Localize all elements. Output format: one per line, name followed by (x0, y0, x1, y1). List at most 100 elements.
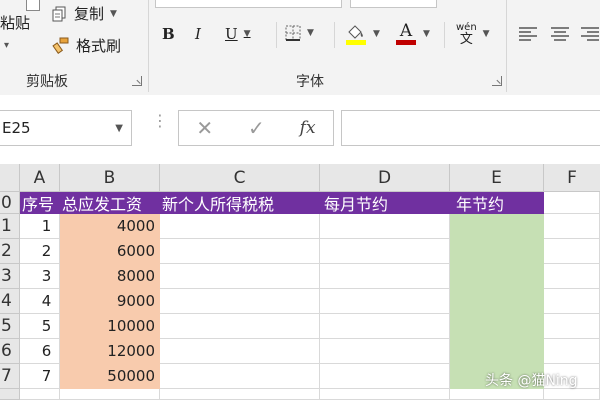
align-left-button[interactable] (518, 26, 538, 42)
enter-icon[interactable]: ✓ (248, 116, 265, 140)
table-row-3-no[interactable]: 3 (20, 264, 60, 289)
header-cell-e[interactable]: 年节约 (450, 192, 544, 214)
table-row-2-no[interactable]: 2 (20, 239, 60, 264)
table-row-5-yearly[interactable] (450, 314, 544, 339)
font-size-box[interactable] (350, 0, 437, 8)
row-header-1[interactable]: 1 (0, 214, 20, 239)
table-row-3-tax[interactable] (160, 264, 320, 289)
table-row-5-salary[interactable]: 10000 (60, 314, 160, 339)
grid-cell[interactable] (544, 192, 600, 214)
table-row-2-monthly[interactable] (320, 239, 450, 264)
table-row-2-salary[interactable]: 6000 (60, 239, 160, 264)
column-header-a[interactable]: A (20, 164, 60, 192)
phonetic-guide-button[interactable]: wén 文 ▼ (456, 22, 490, 46)
grid-cell[interactable] (60, 389, 160, 400)
grid-cell[interactable] (544, 289, 600, 314)
table-row-3-yearly[interactable] (450, 264, 544, 289)
row-header-0[interactable]: 0 (0, 192, 20, 214)
column-header-b[interactable]: B (60, 164, 160, 192)
table-row-5-no[interactable]: 5 (20, 314, 60, 339)
paste-dropdown[interactable]: ▾ (4, 40, 9, 51)
align-left-icon (519, 27, 537, 41)
row-header-5[interactable]: 5 (0, 314, 20, 339)
row-header-6[interactable]: 6 (0, 339, 20, 364)
formula-bar-grip-icon[interactable]: ⋮ (152, 113, 168, 129)
table-row-3-monthly[interactable] (320, 264, 450, 289)
table-row-2-tax[interactable] (160, 239, 320, 264)
bold-button[interactable]: B (162, 25, 175, 43)
underline-dropdown-icon[interactable]: ▼ (244, 29, 251, 39)
column-header-e[interactable]: E (450, 164, 544, 192)
align-right-button[interactable] (580, 26, 600, 42)
grid-cell[interactable] (20, 389, 60, 400)
header-cell-c[interactable]: 新个人所得税税 (160, 192, 320, 214)
table-row-7-salary[interactable]: 50000 (60, 364, 160, 389)
table-row-1-no[interactable]: 1 (20, 214, 60, 239)
font-color-button[interactable]: A ▼ (395, 22, 430, 45)
row-header-7[interactable]: 7 (0, 364, 20, 389)
italic-button[interactable]: I (195, 25, 201, 43)
row-header-4[interactable]: 4 (0, 289, 20, 314)
row-header-2[interactable]: 2 (0, 239, 20, 264)
column-header-f[interactable]: F (544, 164, 600, 192)
table-row-6-yearly[interactable] (450, 339, 544, 364)
table-row-7-monthly[interactable] (320, 364, 450, 389)
row-header-8[interactable] (0, 389, 20, 400)
table-row-4-yearly[interactable] (450, 289, 544, 314)
clipboard-launcher-icon[interactable] (132, 76, 142, 86)
grid-cell[interactable] (544, 264, 600, 289)
grid-cell[interactable] (160, 389, 320, 400)
table-row-5-tax[interactable] (160, 314, 320, 339)
underline-button[interactable]: U ▼ (225, 25, 251, 43)
align-center-button[interactable] (550, 26, 570, 42)
font-name-box[interactable] (155, 0, 342, 8)
font-launcher-icon[interactable] (492, 76, 502, 86)
table-row-6-no[interactable]: 6 (20, 339, 60, 364)
copy-dropdown-icon[interactable]: ▼ (110, 9, 117, 19)
table-row-6-tax[interactable] (160, 339, 320, 364)
header-cell-d[interactable]: 每月节约 (320, 192, 450, 214)
font-color-dropdown-icon[interactable]: ▼ (423, 29, 430, 39)
table-row-3-salary[interactable]: 8000 (60, 264, 160, 289)
table-row-2-yearly[interactable] (450, 239, 544, 264)
column-header-d[interactable]: D (320, 164, 450, 192)
header-cell-a[interactable]: 序号 (20, 192, 60, 214)
insert-function-button[interactable]: fx (300, 118, 316, 138)
cancel-icon[interactable]: ✕ (196, 116, 213, 140)
table-row-4-salary[interactable]: 9000 (60, 289, 160, 314)
table-row-7-no[interactable]: 7 (20, 364, 60, 389)
fill-color-button[interactable]: ▼ (345, 22, 380, 46)
copy-button[interactable]: 复制 ▼ (52, 3, 117, 24)
header-cell-b[interactable]: 总应发工资 (60, 192, 160, 214)
formula-input[interactable] (341, 110, 600, 146)
table-row-1-salary[interactable]: 4000 (60, 214, 160, 239)
grid-cell[interactable] (544, 389, 600, 400)
table-row-1-monthly[interactable] (320, 214, 450, 239)
grid-cell[interactable] (450, 389, 544, 400)
grid-cell[interactable] (544, 314, 600, 339)
column-header-c[interactable]: C (160, 164, 320, 192)
borders-dropdown-icon[interactable]: ▼ (307, 28, 314, 38)
phonetic-dropdown-icon[interactable]: ▼ (483, 29, 490, 39)
borders-button[interactable]: ▼ (285, 25, 314, 41)
name-box-dropdown-icon[interactable]: ▼ (115, 123, 123, 134)
paste-button[interactable]: 粘贴 (0, 12, 30, 33)
table-row-4-no[interactable]: 4 (20, 289, 60, 314)
fill-color-dropdown-icon[interactable]: ▼ (373, 29, 380, 39)
name-box[interactable]: E25 ▼ (0, 110, 132, 146)
table-row-5-monthly[interactable] (320, 314, 450, 339)
format-painter-button[interactable]: 格式刷 (52, 35, 121, 56)
grid-cell[interactable] (320, 389, 450, 400)
table-row-6-monthly[interactable] (320, 339, 450, 364)
table-row-4-tax[interactable] (160, 289, 320, 314)
table-row-1-tax[interactable] (160, 214, 320, 239)
table-row-4-monthly[interactable] (320, 289, 450, 314)
grid-cell[interactable] (544, 214, 600, 239)
grid-cell[interactable] (544, 339, 600, 364)
grid-cell[interactable] (544, 239, 600, 264)
table-row-6-salary[interactable]: 12000 (60, 339, 160, 364)
table-row-1-yearly[interactable] (450, 214, 544, 239)
table-row-7-tax[interactable] (160, 364, 320, 389)
select-all-corner[interactable] (0, 164, 20, 192)
row-header-3[interactable]: 3 (0, 264, 20, 289)
